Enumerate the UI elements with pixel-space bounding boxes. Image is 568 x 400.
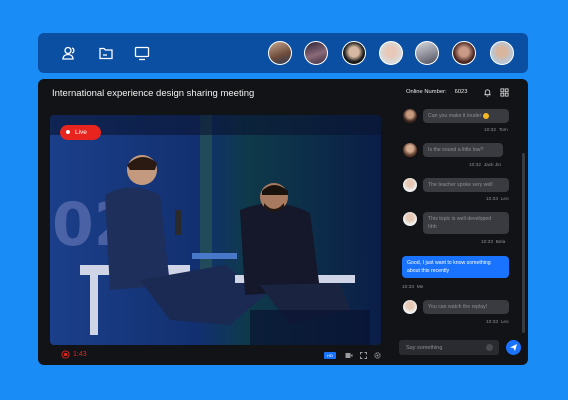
chat-avatar [403,212,417,226]
chat-meta: 10:32 Jack Jin [469,163,502,168]
chat-panel: Can you make it louder 10:32 Tom Is the … [389,105,528,345]
online-count: 6023 [454,89,468,95]
chat-message: Is the sound a little low? [423,143,503,157]
record-icon[interactable] [61,350,70,359]
settings-gear-icon[interactable] [374,352,381,359]
participant-avatar[interactable] [304,41,328,65]
bell-icon[interactable] [483,88,492,97]
chat-message: This topic is well developed hhh [423,212,509,234]
top-toolbar [38,33,528,73]
chat-input[interactable] [399,340,499,355]
chat-avatar [403,178,417,192]
participant-avatar[interactable] [452,41,476,65]
online-number: Online Number: 6023 [406,89,468,95]
online-label: Online Number: [406,89,447,95]
grid-icon[interactable] [500,88,509,97]
chat-message-own: Good, I just want to know something abou… [402,256,509,278]
video-stream[interactable]: 02 Live [50,115,381,345]
participant-avatar[interactable] [379,41,403,65]
send-icon [510,344,517,351]
hd-button[interactable]: HD [324,352,336,359]
emoji-icon [482,112,489,119]
camera-icon[interactable] [345,352,353,359]
chat-scrollbar[interactable] [522,153,525,333]
chat-meta: 10:33 Leo [486,197,509,202]
chat-message: The teacher spoke very well [423,178,509,192]
participant-avatar[interactable] [490,41,514,65]
chat-meta: 10:33 Leo [486,320,509,325]
meeting-panel: International experience design sharing … [38,79,528,365]
fullscreen-icon[interactable] [360,352,367,359]
chat-message: You can watch the replay! [423,300,509,314]
screen-share-icon[interactable] [134,45,150,61]
chat-avatar [403,300,417,314]
users-icon[interactable] [61,45,77,61]
live-label: Live [75,129,87,136]
meeting-title: International experience design sharing … [52,88,255,99]
chat-meta: 10:33 Bela [481,240,506,245]
participant-avatar[interactable] [415,41,439,65]
live-dot-icon [66,130,70,134]
send-button[interactable] [506,340,521,355]
video-controls: 1:43 HD [38,345,389,365]
emoji-picker-icon[interactable] [486,344,493,351]
chat-message: Can you make it louder [423,109,509,123]
folder-icon[interactable] [98,45,114,61]
participant-avatar[interactable] [342,41,366,65]
live-badge: Live [60,125,101,140]
chat-avatar [403,109,417,123]
timer: 1:43 [73,351,87,358]
participant-avatar[interactable] [268,41,292,65]
chat-meta: 10:33 Me [402,285,424,290]
chat-meta: 10:32 Tom [484,128,508,133]
video-frame: 02 [50,115,381,345]
chat-avatar [403,143,417,157]
